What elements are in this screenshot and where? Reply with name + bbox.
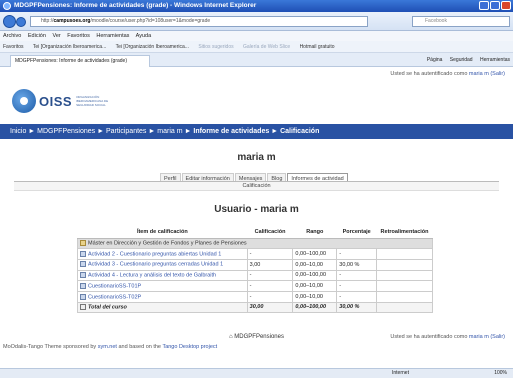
folder-icon xyxy=(80,240,86,247)
column-header: Retroalimentación xyxy=(376,226,433,239)
quiz-icon xyxy=(80,261,86,268)
column-header: Calificación xyxy=(247,226,293,239)
grade-item-link[interactable]: CuestionarioSS-T02P xyxy=(88,294,141,300)
window-controls xyxy=(479,1,511,10)
tango-link[interactable]: Tango Desktop project xyxy=(162,344,217,350)
minimize-button[interactable] xyxy=(479,1,489,10)
symnet-link[interactable]: sym.net xyxy=(98,344,117,350)
logout-link[interactable]: (Salir) xyxy=(490,71,505,77)
security-menu[interactable]: Seguridad xyxy=(450,57,473,63)
quiz-icon xyxy=(80,282,86,289)
breadcrumb-participantes[interactable]: Participantes xyxy=(106,128,146,135)
breadcrumb-user[interactable]: maria m xyxy=(157,128,182,135)
menu-herramientas[interactable]: Herramientas xyxy=(96,33,129,39)
window-title: MDGPFPensiones: Informe de actividades (… xyxy=(14,2,257,9)
breadcrumb-inicio[interactable]: Inicio xyxy=(10,128,26,135)
table-row: CuestionarioSS-T02P - 0,00–10,00 - xyxy=(77,290,433,303)
table-row: Actividad 3 - Cuestionario preguntas cer… xyxy=(77,258,433,271)
close-button[interactable] xyxy=(501,1,511,10)
user-link[interactable]: maria m xyxy=(469,71,489,77)
grade-item-link[interactable]: CuestionarioSS-T01P xyxy=(88,283,141,289)
breadcrumb-informe: Informe de actividades xyxy=(193,128,270,135)
home-icon: ⌂ xyxy=(229,334,233,340)
page-menu[interactable]: Página xyxy=(427,57,443,63)
footer-login-info: Usted se ha autentificado como maria m (… xyxy=(390,334,505,340)
internet-explorer-icon xyxy=(3,2,11,10)
search-input[interactable]: Facebook xyxy=(412,16,510,27)
theme-credit: MoOdalis-Tango Theme sponsored by sym.ne… xyxy=(3,344,218,350)
breadcrumb-course[interactable]: MDGPFPensiones xyxy=(37,128,95,135)
breadcrumb: Inicio ► MDGPFPensiones ► Participantes … xyxy=(0,124,513,139)
favorites-bar: Favoritos Tei [Organización Iberoamerica… xyxy=(0,41,513,53)
forward-button[interactable] xyxy=(16,17,26,27)
status-bar: Internet 100% xyxy=(0,368,513,378)
tools-menu[interactable]: Herramientas xyxy=(480,57,510,63)
column-header: Rango xyxy=(292,226,337,239)
quiz-icon xyxy=(80,293,86,300)
column-header: Porcentaje xyxy=(336,226,377,239)
favorite-link[interactable]: Sitios sugeridos xyxy=(198,44,233,50)
grade-item-link[interactable]: Actividad 2 - Cuestionario preguntas abi… xyxy=(88,251,221,257)
address-toolbar: http://campusoes.org/moodle/course/user.… xyxy=(0,12,513,31)
column-header: Ítem de calificación xyxy=(77,226,248,239)
back-button[interactable] xyxy=(3,15,16,28)
breadcrumb-calificacion: Calificación xyxy=(280,128,320,135)
menu-ver[interactable]: Ver xyxy=(52,33,60,39)
menu-archivo[interactable]: Archivo xyxy=(3,33,21,39)
sigma-icon xyxy=(80,304,86,311)
table-row: CuestionarioSS-T01P - 0,00–10,00 - xyxy=(77,280,433,292)
maximize-button[interactable] xyxy=(490,1,500,10)
grades-table: Ítem de calificación Calificación Rango … xyxy=(77,226,433,314)
assignment-icon xyxy=(80,272,86,279)
category-row: Máster en Dirección y Gestión de Fondos … xyxy=(77,237,433,250)
favorite-link[interactable]: Tei [Organización Iberoamerica... xyxy=(33,44,106,50)
favorite-link[interactable]: Tei [Organización Iberoamerica... xyxy=(116,44,189,50)
table-row: Actividad 2 - Cuestionario preguntas abi… xyxy=(77,248,433,260)
login-info: Usted se ha autentificado como maria m (… xyxy=(390,71,505,77)
grade-item-link[interactable]: Actividad 3 - Cuestionario preguntas cer… xyxy=(88,262,223,268)
menu-ayuda[interactable]: Ayuda xyxy=(136,33,152,39)
subtab-calificacion[interactable]: Calificación xyxy=(14,181,499,191)
footer-logout-link[interactable]: (Salir) xyxy=(490,334,505,340)
total-row: Total del curso 30,00 0,00–100,00 30,00 … xyxy=(77,301,433,314)
command-bar: Página Seguridad Herramientas xyxy=(421,55,510,65)
footer-user-link[interactable]: maria m xyxy=(469,334,489,340)
internet-zone: Internet xyxy=(392,370,409,376)
menu-bar: Archivo Edición Ver Favoritos Herramient… xyxy=(0,31,513,41)
zoom-level[interactable]: 100% xyxy=(494,369,507,378)
browser-tab[interactable]: MDGPFPensiones: Informe de actividades (… xyxy=(10,55,150,67)
menu-favoritos[interactable]: Favoritos xyxy=(67,33,90,39)
table-row: Actividad 4 - Lectura y análisis del tex… xyxy=(77,269,433,282)
favorite-link[interactable]: Hotmail gratuito xyxy=(300,44,335,50)
menu-edicion[interactable]: Edición xyxy=(28,33,46,39)
quiz-icon xyxy=(80,250,86,257)
report-title: Usuario - maria m xyxy=(214,204,299,215)
profile-name: maria m xyxy=(237,152,276,163)
table-header-row: Ítem de calificación Calificación Rango … xyxy=(77,226,433,239)
tab-bar: MDGPFPensiones: Informe de actividades (… xyxy=(0,53,513,67)
grade-item-link[interactable]: Actividad 4 - Lectura y análisis del tex… xyxy=(88,273,216,279)
oiss-logo-icon xyxy=(12,89,36,113)
oiss-logo[interactable]: OISS ORGANIZACIÓN IBEROAMERICANA DE SEGU… xyxy=(12,89,116,113)
favorite-link[interactable]: Galería de Web Slice xyxy=(243,44,290,50)
window-titlebar: MDGPFPensiones: Informe de actividades (… xyxy=(0,0,513,12)
favorites-button[interactable]: Favoritos xyxy=(3,44,24,50)
site-header: OISS ORGANIZACIÓN IBEROAMERICANA DE SEGU… xyxy=(0,67,513,124)
page-content: OISS ORGANIZACIÓN IBEROAMERICANA DE SEGU… xyxy=(0,67,513,368)
address-input[interactable]: http://campusoes.org/moodle/course/user.… xyxy=(30,16,368,27)
